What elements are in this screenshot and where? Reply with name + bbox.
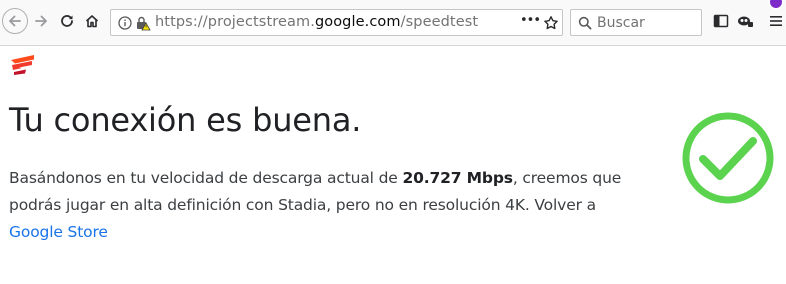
info-icon[interactable]	[118, 16, 132, 30]
page-headline: Tu conexión es buena.	[9, 101, 362, 139]
speed-result-message: Basándonos en tu velocidad de descarga a…	[9, 165, 649, 246]
search-icon	[578, 16, 592, 30]
home-icon	[85, 15, 99, 28]
arrow-right-icon	[35, 15, 47, 27]
insecure-lock-warning-icon[interactable]	[135, 15, 151, 31]
message-text-start: Basándonos en tu velocidad de descarga a…	[9, 169, 403, 187]
page-actions-icon[interactable]: •••	[520, 13, 541, 28]
url-bar[interactable]: https://projectstream.google.com/speedte…	[110, 9, 563, 36]
stadia-logo-icon	[11, 55, 34, 75]
bookmark-star-icon[interactable]	[543, 15, 559, 31]
hamburger-menu-icon	[770, 16, 782, 26]
extension-icon	[738, 16, 753, 27]
checkmark-circle-icon	[682, 112, 774, 204]
google-store-link[interactable]: Google Store	[9, 223, 108, 241]
extension-button[interactable]	[734, 9, 758, 33]
url-text[interactable]: https://projectstream.google.com/speedte…	[155, 14, 478, 30]
reload-button[interactable]	[55, 9, 79, 33]
download-speed-value: 20.727 Mbps	[402, 169, 513, 187]
back-button[interactable]	[2, 8, 28, 34]
url-path: /speedtest	[400, 14, 479, 30]
menu-button[interactable]	[764, 9, 786, 33]
home-button[interactable]	[80, 9, 104, 33]
search-bar[interactable]: Buscar	[570, 9, 702, 36]
url-prefix: https://projectstream.	[155, 14, 315, 30]
search-placeholder: Buscar	[597, 15, 645, 31]
sidebar-icon	[713, 14, 729, 28]
browser-toolbar: https://projectstream.google.com/speedte…	[0, 0, 786, 46]
arrow-left-icon	[9, 15, 21, 27]
sidebar-button[interactable]	[709, 9, 733, 33]
reload-icon	[61, 15, 73, 27]
forward-button[interactable]	[29, 9, 53, 33]
url-host: google.com	[314, 14, 401, 30]
